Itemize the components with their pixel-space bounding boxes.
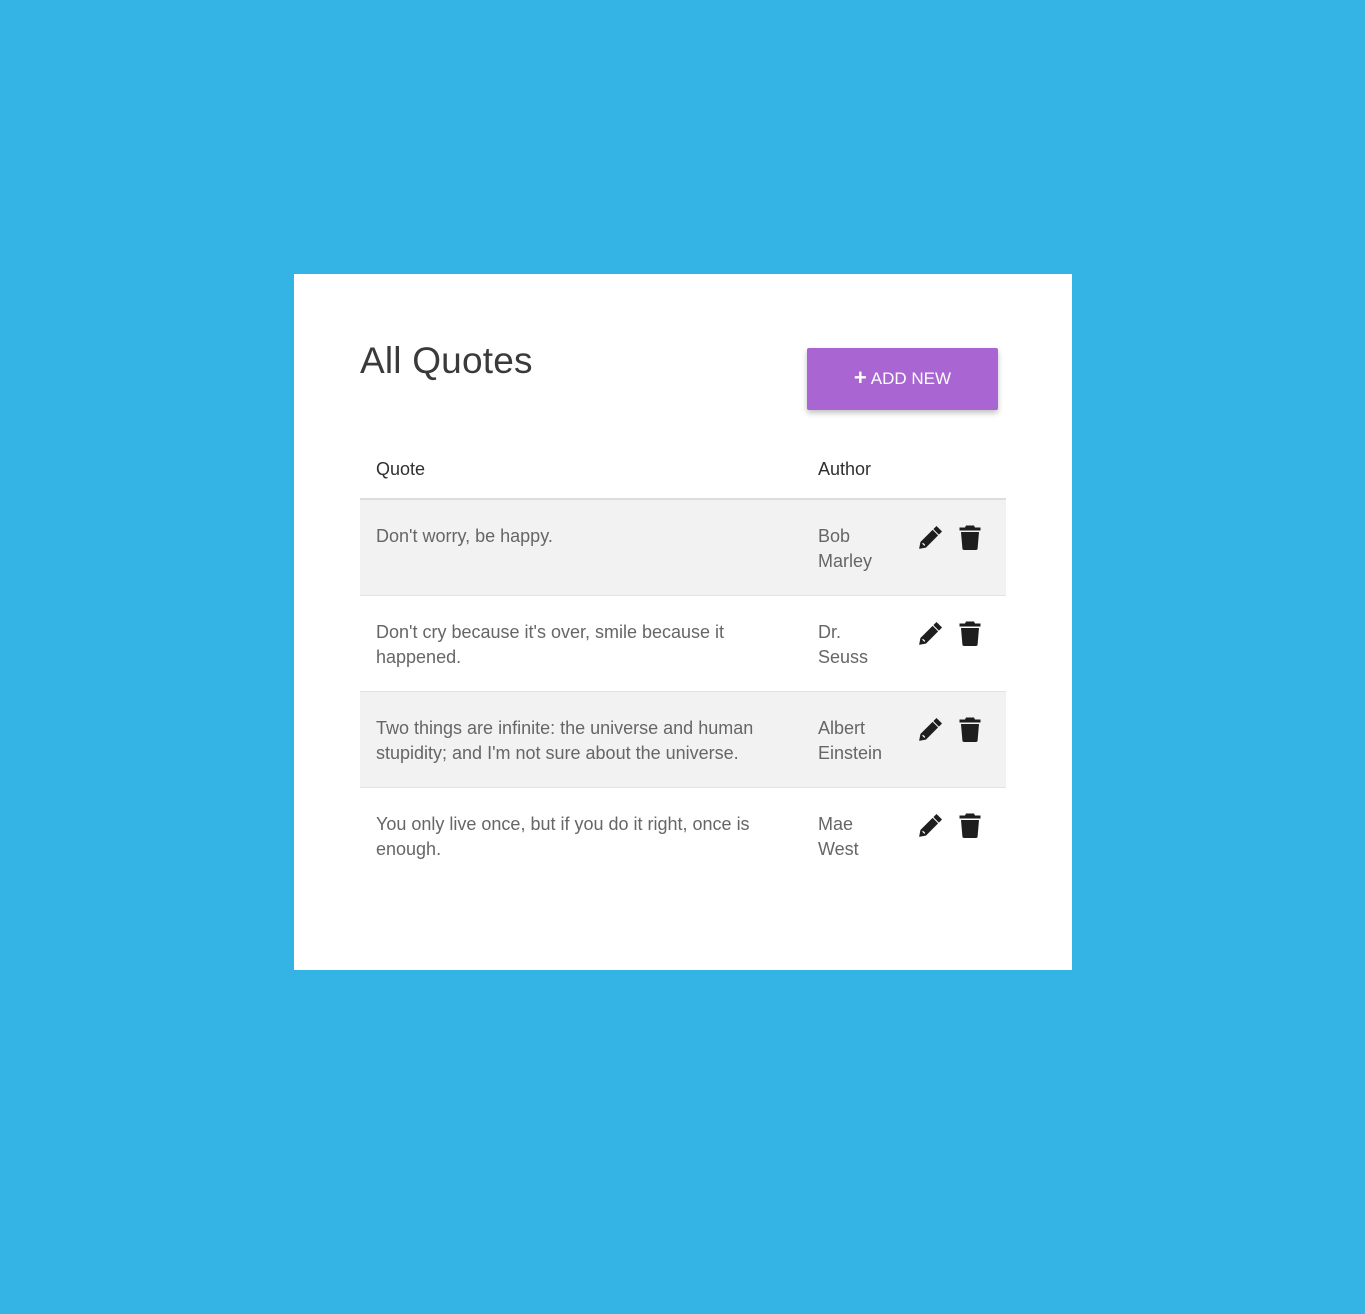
author-cell: Dr. Seuss: [802, 595, 904, 692]
author-cell: Albert Einstein: [802, 691, 904, 788]
actions-cell: [904, 499, 1006, 596]
pencil-icon[interactable]: [916, 810, 946, 840]
trash-icon[interactable]: [955, 810, 985, 840]
trash-icon[interactable]: [955, 618, 985, 648]
quotes-table: Quote Author Don't worry, be happy. Bob …: [360, 440, 1006, 883]
column-header-quote: Quote: [360, 440, 802, 500]
add-new-button[interactable]: + ADD NEW: [807, 348, 998, 410]
quote-cell: Don't worry, be happy.: [360, 499, 802, 596]
page-title: All Quotes: [360, 340, 533, 381]
trash-icon[interactable]: [955, 714, 985, 744]
actions-cell: [904, 787, 1006, 883]
add-new-label: ADD NEW: [870, 369, 952, 388]
quote-cell: Don't cry because it's over, smile becau…: [360, 595, 802, 692]
quote-cell: You only live once, but if you do it rig…: [360, 787, 802, 883]
table-header-row: Quote Author: [360, 440, 1006, 500]
pencil-icon[interactable]: [916, 522, 946, 552]
quotes-card: All Quotes + ADD NEW Quote Author Don't …: [294, 274, 1072, 970]
table-row: Don't worry, be happy. Bob Marley: [360, 499, 1006, 596]
column-header-author: Author: [802, 440, 904, 500]
quote-cell: Two things are infinite: the universe an…: [360, 691, 802, 788]
actions-cell: [904, 595, 1006, 692]
actions-cell: [904, 691, 1006, 788]
plus-icon: +: [853, 365, 867, 390]
table-row: Don't cry because it's over, smile becau…: [360, 595, 1006, 692]
pencil-icon[interactable]: [916, 618, 946, 648]
author-cell: Bob Marley: [802, 499, 904, 596]
author-cell: Mae West: [802, 787, 904, 883]
trash-icon[interactable]: [955, 522, 985, 552]
pencil-icon[interactable]: [916, 714, 946, 744]
table-row: You only live once, but if you do it rig…: [360, 787, 1006, 883]
column-header-actions: [904, 440, 1006, 500]
table-row: Two things are infinite: the universe an…: [360, 691, 1006, 788]
